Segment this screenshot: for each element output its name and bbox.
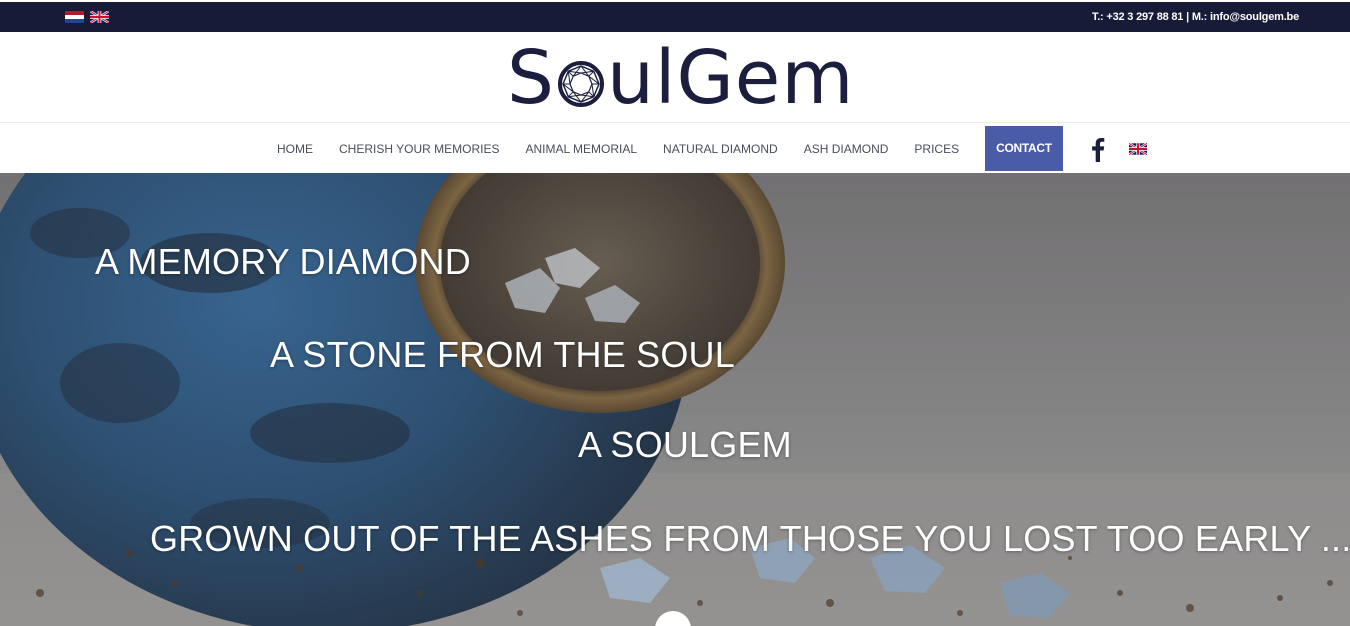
header: S ulGem (0, 32, 1350, 122)
nav-item-natural-diamond[interactable]: NATURAL DIAMOND (650, 142, 791, 156)
top-bar: T.: +32 3 297 88 81 | M.: info@soulgem.b… (0, 0, 1350, 32)
diamond-icon (557, 61, 604, 107)
hero-line-1: A MEMORY DIAMOND (95, 241, 471, 282)
contact-button[interactable]: CONTACT (985, 126, 1063, 171)
nav-item-cherish-your-memories[interactable]: CHERISH YOUR MEMORIES (326, 142, 512, 156)
mail-label: M.: (1191, 11, 1208, 23)
language-flags (65, 11, 109, 23)
nav-items: HOME CHERISH YOUR MEMORIES ANIMAL MEMORI… (264, 123, 1147, 174)
hero-line-4: GROWN OUT OF THE ASHES FROM THOSE YOU LO… (150, 518, 1350, 559)
logo-text-end: ulGem (606, 35, 855, 121)
contact-info: T.: +32 3 297 88 81 | M.: info@soulgem.b… (1092, 11, 1299, 23)
email-link[interactable]: info@soulgem.be (1210, 11, 1299, 23)
uk-flag-icon[interactable] (1128, 142, 1147, 155)
nav-item-home[interactable]: HOME (264, 142, 326, 156)
netherlands-flag-icon[interactable] (65, 11, 84, 23)
separator: | (1186, 11, 1189, 23)
soulgem-logo[interactable]: S ulGem (507, 35, 855, 121)
logo-text-start: S (507, 35, 555, 121)
hero-line-3: A SOULGEM (578, 424, 792, 465)
nav-item-ash-diamond[interactable]: ASH DIAMOND (791, 142, 902, 156)
hero-line-2: A STONE FROM THE SOUL (270, 334, 735, 375)
uk-flag-icon[interactable] (90, 11, 109, 23)
main-nav: HOME CHERISH YOUR MEMORIES ANIMAL MEMORI… (0, 122, 1350, 173)
phone-label: T.: (1091, 11, 1104, 23)
facebook-icon[interactable] (1087, 136, 1107, 162)
hero-slider: A MEMORY DIAMOND A STONE FROM THE SOUL A… (0, 173, 1350, 626)
phone-number[interactable]: +32 3 297 88 81 (1106, 11, 1183, 23)
nav-item-animal-memorial[interactable]: ANIMAL MEMORIAL (512, 142, 650, 156)
nav-item-prices[interactable]: PRICES (901, 142, 972, 156)
